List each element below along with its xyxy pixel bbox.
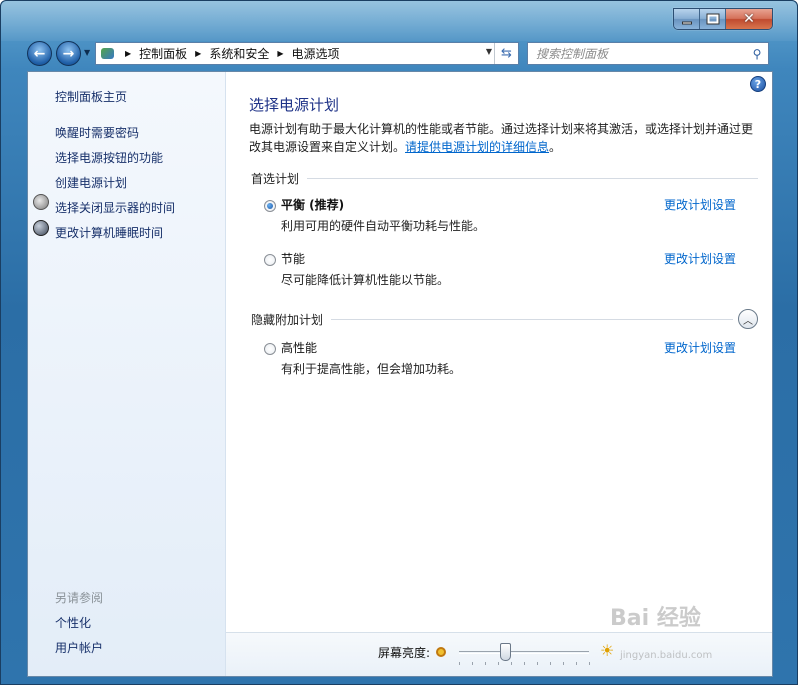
slider-tick — [511, 662, 512, 665]
slider-tick — [576, 662, 577, 665]
sidebar-link-wake-password[interactable]: 唤醒时需要密码 — [55, 124, 139, 141]
breadcrumb-control-panel[interactable]: 控制面板 — [139, 45, 187, 62]
slider-tick — [472, 662, 473, 665]
arrow-left-icon: ← — [33, 45, 46, 62]
slider-tick — [459, 662, 460, 665]
minimize-icon — [681, 21, 692, 25]
main-content: ? 选择电源计划 电源计划有助于最大化计算机的性能或者节能。通过选择计划来将其激… — [226, 72, 772, 676]
sleep-moon-icon — [33, 220, 49, 236]
plan-desc-power-saver: 尽可能降低计算机性能以节能。 — [281, 273, 450, 287]
radio-high-performance[interactable] — [264, 343, 276, 355]
brightness-low-icon — [436, 647, 446, 657]
slider-tick — [498, 662, 499, 665]
divider — [307, 178, 758, 179]
recent-pages-dropdown[interactable]: ▼ — [84, 48, 90, 57]
slider-tick — [589, 662, 590, 665]
plan-name-balanced[interactable]: 平衡 (推荐) — [281, 196, 344, 213]
chevron-right-icon: ▶ — [125, 49, 132, 58]
section-label: 隐藏附加计划 — [251, 313, 324, 327]
search-input[interactable]: 搜索控制面板 — [536, 45, 746, 62]
close-icon: ✕ — [743, 11, 755, 27]
plan-desc-balanced: 利用可用的硬件自动平衡功耗与性能。 — [281, 219, 486, 233]
brightness-high-icon: ☀ — [600, 641, 615, 660]
section-label: 首选计划 — [251, 172, 300, 186]
sidebar-link-home[interactable]: 控制面板主页 — [55, 88, 127, 105]
back-button[interactable]: ← — [27, 41, 52, 66]
radio-balanced[interactable] — [264, 200, 276, 212]
refresh-icon[interactable]: ⇆ — [494, 43, 518, 64]
sidebar-link-sleep-time[interactable]: 更改计算机睡眠时间 — [55, 224, 163, 241]
control-panel-icon — [99, 46, 117, 62]
maximize-icon — [707, 14, 718, 24]
page-title: 选择电源计划 — [249, 96, 340, 114]
sidebar-link-personalize[interactable]: 个性化 — [55, 614, 91, 631]
plan-name-high-performance[interactable]: 高性能 — [281, 339, 317, 356]
brightness-slider-track[interactable] — [459, 651, 589, 654]
preferred-plans-header: 首选计划 — [251, 170, 758, 187]
search-icon[interactable]: ⚲ — [746, 47, 768, 61]
brightness-slider-thumb[interactable] — [500, 643, 511, 661]
slider-tick — [563, 662, 564, 665]
address-bar[interactable]: ▶ 控制面板 ▶ 系统和安全 ▶ 电源选项 ▼ ⇆ — [95, 42, 519, 65]
window-frame: ✕ ← → ▼ ▶ 控制面板 ▶ 系统和安全 ▶ 电源选项 ▼ ⇆ 搜索控制面板… — [0, 0, 798, 685]
page-description: 电源计划有助于最大化计算机的性能或者节能。通过选择计划来将其激活，或选择计划并通… — [249, 120, 757, 156]
caption-buttons: ✕ — [673, 8, 773, 30]
description-end: 。 — [549, 140, 562, 154]
change-settings-link-high-performance[interactable]: 更改计划设置 — [664, 339, 736, 356]
slider-tick — [485, 662, 486, 665]
maximize-button[interactable] — [700, 9, 726, 29]
plan-name-power-saver[interactable]: 节能 — [281, 250, 305, 267]
breadcrumb: ▶ 控制面板 ▶ 系统和安全 ▶ 电源选项 — [117, 45, 340, 62]
hidden-plans-header: 隐藏附加计划 — [251, 311, 733, 328]
arrow-right-icon: → — [62, 45, 75, 62]
close-button[interactable]: ✕ — [726, 9, 772, 29]
sidebar-link-create-plan[interactable]: 创建电源计划 — [55, 174, 127, 191]
baidu-watermark-url: jingyan.baidu.com — [620, 650, 713, 661]
plan-details-link[interactable]: 请提供电源计划的详细信息 — [405, 140, 549, 154]
radio-power-saver[interactable] — [264, 254, 276, 266]
search-box[interactable]: 搜索控制面板 ⚲ — [527, 42, 769, 65]
breadcrumb-system-security[interactable]: 系统和安全 — [209, 45, 269, 62]
divider — [331, 319, 733, 320]
breadcrumb-power-options[interactable]: 电源选项 — [292, 45, 340, 62]
change-settings-link-power-saver[interactable]: 更改计划设置 — [664, 250, 736, 267]
slider-tick — [524, 662, 525, 665]
sidebar-link-user-accounts[interactable]: 用户帐户 — [55, 639, 103, 656]
client-area: 控制面板主页 唤醒时需要密码 选择电源按钮的功能 创建电源计划 选择关闭显示器的… — [27, 71, 773, 677]
baidu-watermark: Bai 经验 — [610, 606, 701, 631]
plan-desc-high-performance: 有利于提高性能，但会增加功耗。 — [281, 362, 462, 376]
sidebar: 控制面板主页 唤醒时需要密码 选择电源按钮的功能 创建电源计划 选择关闭显示器的… — [28, 72, 226, 676]
help-icon[interactable]: ? — [750, 76, 766, 92]
chevron-right-icon[interactable]: ▶ — [277, 49, 283, 58]
see-also-header: 另请参阅 — [55, 591, 104, 605]
forward-button[interactable]: → — [56, 41, 81, 66]
brightness-label: 屏幕亮度: — [378, 646, 431, 660]
chevron-right-icon[interactable]: ▶ — [195, 49, 201, 58]
minimize-button[interactable] — [674, 9, 700, 29]
change-settings-link-balanced[interactable]: 更改计划设置 — [664, 196, 736, 213]
display-timer-icon — [33, 194, 49, 210]
collapse-chevron-icon[interactable]: ︿ — [738, 309, 758, 329]
sidebar-link-display-off[interactable]: 选择关闭显示器的时间 — [55, 199, 175, 216]
address-dropdown-icon[interactable]: ▼ — [486, 47, 492, 56]
slider-tick — [550, 662, 551, 665]
sidebar-link-power-button[interactable]: 选择电源按钮的功能 — [55, 149, 163, 166]
slider-tick — [537, 662, 538, 665]
